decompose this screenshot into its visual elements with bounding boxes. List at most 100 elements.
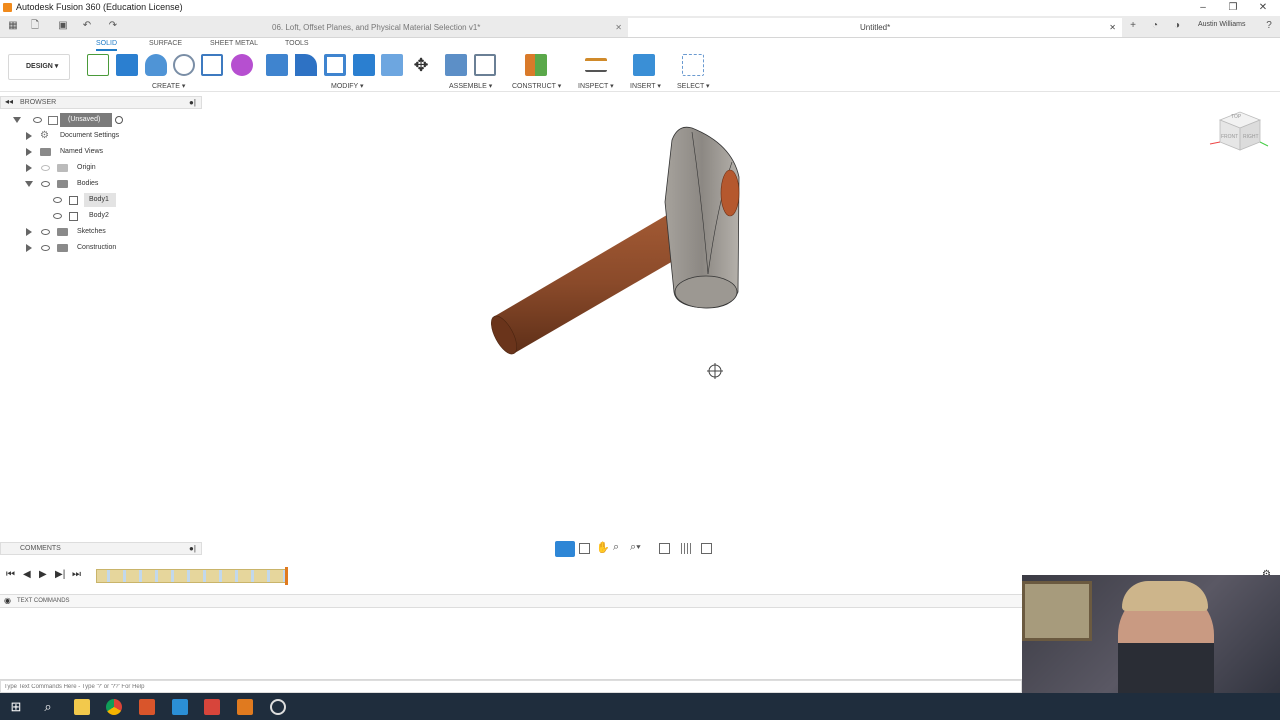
hole-icon[interactable] (173, 54, 195, 76)
comments-panel[interactable]: COMMENTS ●| (0, 542, 202, 555)
file-explorer-icon[interactable] (74, 699, 90, 715)
browser-header[interactable]: ◂◂ BROWSER ●| (0, 96, 202, 109)
timeline-marker[interactable] (285, 567, 288, 585)
pin-icon[interactable]: ●| (189, 544, 196, 553)
save-icon[interactable]: ▣ (56, 19, 70, 33)
move-icon[interactable]: ✥ (410, 54, 432, 76)
canvas-viewport[interactable] (202, 92, 1280, 540)
orbit-icon[interactable] (555, 541, 575, 557)
step-back-icon[interactable]: ◀ (23, 569, 31, 580)
assemble-menu[interactable]: ASSEMBLE ▾ (449, 82, 492, 90)
tab-close-icon[interactable]: ✕ (1109, 18, 1116, 37)
presentation-app-icon[interactable] (139, 699, 155, 715)
modify-menu[interactable]: MODIFY ▾ (331, 82, 364, 90)
eye-icon[interactable] (53, 197, 62, 203)
expand-icon[interactable] (25, 181, 33, 187)
expand-icon[interactable] (13, 117, 21, 123)
browser-item-document-settings[interactable]: ⚙ Document Settings (0, 129, 202, 143)
create-form-icon[interactable] (231, 54, 253, 76)
combine-icon[interactable] (353, 54, 375, 76)
start-icon[interactable]: ⊞ (8, 699, 24, 715)
create-sketch-icon[interactable] (87, 54, 109, 76)
insert-image-icon[interactable] (633, 54, 655, 76)
expand-icon[interactable] (26, 132, 32, 140)
collapse-icon[interactable]: ◂◂ (5, 97, 13, 106)
new-component-icon[interactable] (445, 54, 467, 76)
eye-icon[interactable] (41, 165, 50, 171)
browser-root[interactable]: (Unsaved) (0, 113, 202, 127)
new-tab-icon[interactable]: + (1126, 19, 1140, 33)
tab-surface[interactable]: SURFACE (149, 40, 182, 47)
extrude-icon[interactable] (116, 54, 138, 76)
workspace-selector[interactable]: DESIGN ▾ (8, 54, 70, 80)
fit-icon[interactable]: ⌕▾ (630, 541, 641, 554)
expand-icon[interactable] (26, 148, 32, 156)
red-app-icon[interactable] (204, 699, 220, 715)
fusion-360-icon[interactable] (237, 699, 253, 715)
pan-icon[interactable]: ✋ (596, 541, 610, 554)
file-icon[interactable]: 🗋 (28, 19, 42, 33)
offset-plane-icon[interactable] (525, 54, 547, 76)
redo-icon[interactable]: ↷ (106, 19, 120, 33)
display-settings-icon[interactable] (659, 543, 670, 554)
job-status-icon[interactable]: ◔ (1148, 19, 1162, 33)
grid-icon[interactable] (681, 543, 692, 554)
text-commands-header[interactable]: ◉ TEXT COMMANDS (0, 594, 1022, 608)
rectangular-pattern-icon[interactable] (201, 54, 223, 76)
viewports-icon[interactable] (701, 543, 712, 554)
minimize-icon[interactable]: – (1196, 1, 1210, 15)
collapse-icon[interactable]: ◉ (4, 596, 11, 605)
shell-icon[interactable] (324, 54, 346, 76)
obs-icon[interactable] (270, 699, 286, 715)
expand-icon[interactable] (26, 164, 32, 172)
browser-item-sketches[interactable]: Sketches (0, 225, 202, 239)
expand-icon[interactable] (26, 244, 32, 252)
close-icon[interactable]: ✕ (1256, 1, 1270, 15)
chrome-icon[interactable] (106, 699, 122, 715)
browser-item-named-views[interactable]: Named Views (0, 145, 202, 159)
tab-solid[interactable]: SOLID (96, 40, 118, 51)
eye-icon[interactable] (53, 213, 62, 219)
search-icon[interactable]: ⌕ (40, 699, 56, 715)
browser-item-construction[interactable]: Construction (0, 241, 202, 255)
expand-icon[interactable] (26, 228, 32, 236)
browser-item-body2[interactable]: Body2 (0, 209, 202, 223)
help-icon[interactable]: ? (1262, 19, 1276, 33)
eye-icon[interactable] (41, 181, 50, 187)
browser-item-body1[interactable]: Body1 (0, 193, 202, 207)
insert-menu[interactable]: INSERT ▾ (630, 82, 661, 90)
construct-menu[interactable]: CONSTRUCT ▾ (512, 82, 561, 90)
revolve-icon[interactable] (145, 54, 167, 76)
viewcube[interactable]: TOP FRONT RIGHT (1206, 106, 1270, 158)
zoom-icon[interactable]: ⌕ (613, 541, 619, 554)
maximize-icon[interactable]: ❐ (1226, 1, 1240, 15)
text-commands-input[interactable] (0, 680, 1022, 693)
tab-sheet-metal[interactable]: SHEET METAL (210, 40, 258, 47)
browser-item-bodies[interactable]: Bodies (0, 177, 202, 191)
inspect-menu[interactable]: INSPECT ▾ (578, 82, 614, 90)
play-icon[interactable]: ▶ (39, 569, 47, 580)
hammer-handle[interactable] (486, 212, 692, 358)
look-at-icon[interactable] (579, 543, 590, 554)
activate-icon[interactable] (115, 116, 123, 124)
go-to-start-icon[interactable]: ⏮ (6, 569, 15, 580)
go-to-end-icon[interactable]: ⏭ (72, 569, 81, 580)
pin-icon[interactable]: ●| (189, 98, 196, 107)
joint-icon[interactable] (474, 54, 496, 76)
eye-icon[interactable] (41, 229, 50, 235)
user-name[interactable]: Austin Williams (1198, 21, 1245, 28)
scale-icon[interactable] (381, 54, 403, 76)
editor-app-icon[interactable] (172, 699, 188, 715)
notifications-icon[interactable]: ◑ (1170, 19, 1184, 33)
fillet-icon[interactable] (295, 54, 317, 76)
press-pull-icon[interactable] (266, 54, 288, 76)
step-forward-icon[interactable]: ▶| (55, 569, 65, 580)
eye-icon[interactable] (33, 117, 42, 123)
tab-tools[interactable]: TOOLS (285, 40, 309, 47)
select-icon[interactable] (682, 54, 704, 76)
eye-icon[interactable] (41, 245, 50, 251)
tab-loft-offset-planes[interactable]: 06. Loft, Offset Planes, and Physical Ma… (262, 18, 628, 37)
data-panel-icon[interactable]: ▦ (6, 19, 20, 33)
tab-untitled[interactable]: Untitled* ✕ (628, 18, 1122, 37)
measure-icon[interactable] (585, 58, 607, 72)
